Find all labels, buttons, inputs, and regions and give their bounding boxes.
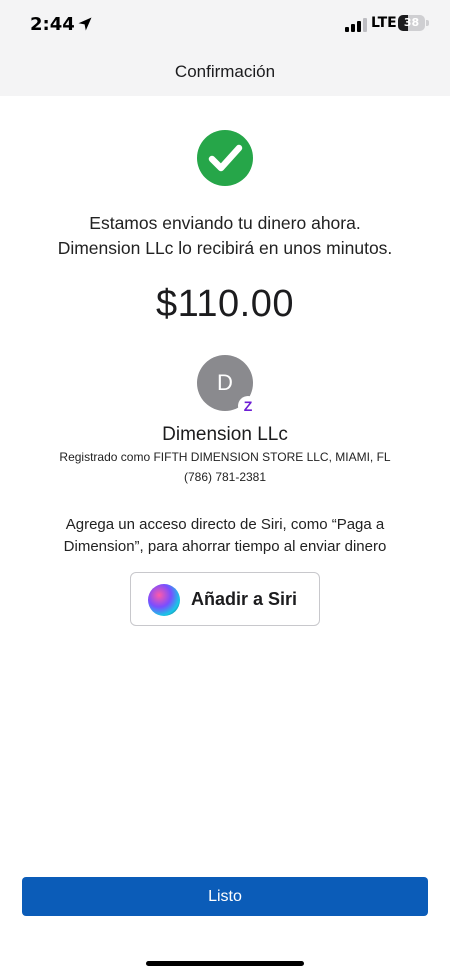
siri-prompt-line2: Dimension”, para ahorrar tiempo al envia… bbox=[63, 538, 387, 555]
network-type: LTE bbox=[371, 15, 397, 31]
siri-prompt-line1: Agrega un acceso directo de Siri, como “… bbox=[65, 516, 385, 533]
zelle-icon: Z bbox=[238, 396, 258, 416]
recipient-phone: (786) 781-2381 bbox=[183, 470, 267, 484]
check-circle-icon bbox=[197, 130, 253, 186]
home-indicator bbox=[146, 961, 304, 966]
siri-icon bbox=[148, 584, 180, 616]
battery-cap bbox=[426, 20, 429, 26]
confirmation-message: Estamos enviando tu dinero ahora. Dimens… bbox=[20, 211, 430, 261]
top-bar: 2:44 LTE 38 Confirmación bbox=[0, 0, 450, 96]
page-title: Confirmación bbox=[174, 62, 276, 81]
done-button[interactable]: Listo bbox=[22, 877, 428, 916]
confirmation-message-line2: Dimension LLc lo recibirá en unos minuto… bbox=[57, 238, 393, 258]
status-time: 2:44 bbox=[30, 14, 75, 35]
status-bar: 2:44 LTE 38 bbox=[0, 0, 450, 48]
battery-percent: 38 bbox=[403, 16, 420, 29]
battery-icon: 38 bbox=[398, 15, 425, 31]
recipient-name: Dimension LLc bbox=[162, 424, 288, 445]
add-to-siri-button[interactable]: Añadir a Siri bbox=[130, 572, 320, 626]
cellular-signal-icon bbox=[345, 18, 367, 32]
location-arrow-icon bbox=[78, 17, 92, 31]
confirmation-message-line1: Estamos enviando tu dinero ahora. bbox=[89, 213, 361, 233]
amount-sent: $110.00 bbox=[155, 283, 295, 325]
add-to-siri-label: Añadir a Siri bbox=[191, 589, 298, 609]
recipient-registered-name: Registrado como FIFTH DIMENSION STORE LL… bbox=[59, 450, 391, 464]
siri-prompt: Agrega un acceso directo de Siri, como “… bbox=[20, 514, 430, 558]
